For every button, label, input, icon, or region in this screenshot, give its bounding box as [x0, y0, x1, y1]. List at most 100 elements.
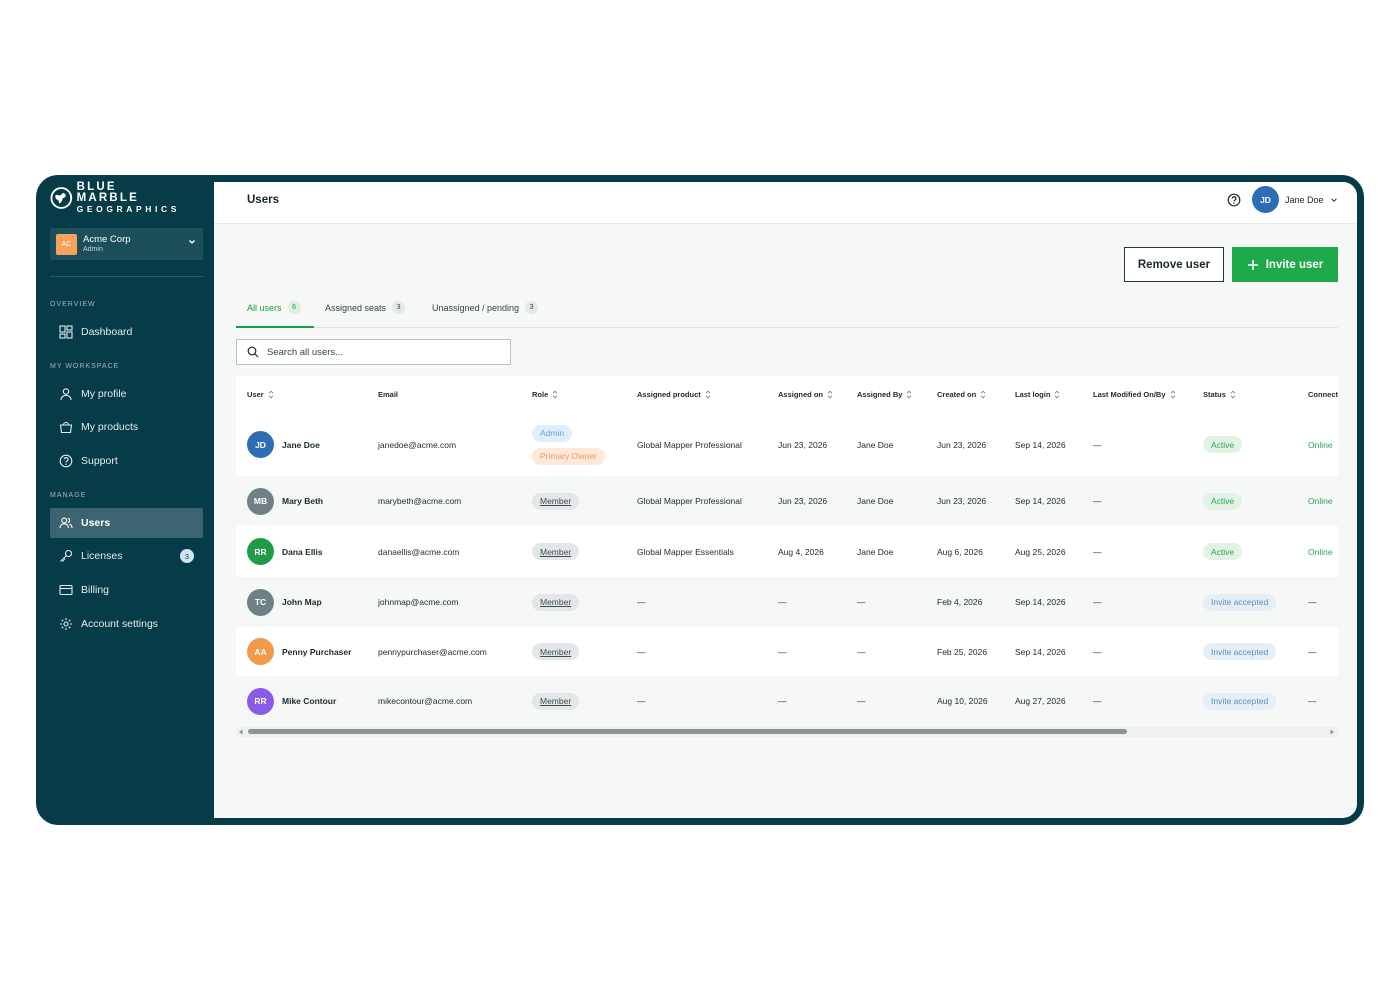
sidebar-item-dashboard[interactable]: Dashboard: [50, 317, 203, 347]
column-header-user[interactable]: User: [247, 390, 274, 399]
sort-icon: [907, 390, 912, 399]
table-row[interactable]: TC John Map johnmap@acme.com Member — — — Feb 4…: [236, 577, 1338, 627]
sidebar-item-licenses[interactable]: Licenses 3: [50, 541, 203, 571]
user-name: Jane Doe: [282, 439, 320, 450]
assigned-on: Jun 23, 2026: [778, 496, 828, 506]
role-badge-owner: Primary Owner: [532, 447, 605, 465]
section-label-workspace: MY WORKSPACE: [50, 363, 120, 370]
column-header-last-modified[interactable]: Last Modified On/By: [1093, 390, 1176, 399]
brand-logo[interactable]: BLUE MARBLE GEOGRAPHICS: [50, 180, 180, 214]
horizontal-scrollbar[interactable]: [236, 727, 1338, 737]
table-row[interactable]: MB Mary Beth marybeth@acme.com Member Global…: [236, 476, 1338, 526]
last-modified: —: [1093, 597, 1102, 607]
avatar: MB: [247, 487, 274, 515]
sidebar-item-label: My profile: [81, 388, 127, 400]
bag-icon: [59, 421, 73, 434]
avatar[interactable]: JD: [1252, 186, 1279, 213]
avatar: RR: [247, 687, 274, 715]
last-modified: —: [1093, 439, 1102, 450]
sidebar-item-users[interactable]: Users: [50, 508, 203, 538]
sort-icon: [552, 390, 558, 399]
gear-icon: [60, 618, 72, 630]
brand-name-line2: GEOGRAPHICS: [76, 203, 180, 214]
user-email: janedoe@acme.com: [378, 439, 457, 450]
connection-status: —: [1308, 597, 1317, 607]
users-table: User Email Role Assigned product Assigned on…: [236, 376, 1338, 737]
assigned-product: Global Mapper Essentials: [637, 546, 734, 557]
section-label-manage: MANAGE: [50, 492, 87, 499]
column-header-role[interactable]: Role: [532, 390, 558, 399]
last-login: Sep 14, 2026: [1015, 646, 1066, 657]
scroll-right-icon[interactable]: [1328, 728, 1336, 736]
sort-icon: [1170, 390, 1175, 399]
created-on: Jun 23, 2026: [937, 439, 987, 450]
column-header-assigned-by[interactable]: Assigned By: [857, 390, 912, 399]
sidebar-item-my-products[interactable]: My products: [50, 412, 203, 442]
column-header-status[interactable]: Status: [1203, 390, 1236, 399]
chevron-down-icon[interactable]: [1330, 196, 1338, 204]
tab-all-users[interactable]: All users 6: [236, 301, 314, 328]
tab-assigned-seats[interactable]: Assigned seats 3: [325, 301, 406, 328]
role-select[interactable]: Member: [532, 543, 580, 560]
user-email: mikecontour@acme.com: [378, 696, 473, 706]
connection-status: Online: [1308, 546, 1333, 557]
last-modified: —: [1093, 546, 1102, 557]
org-name: Acme Corp: [83, 234, 131, 245]
assigned-on: —: [778, 696, 787, 706]
column-header-created-on[interactable]: Created on: [937, 390, 986, 399]
column-header-assigned-product[interactable]: Assigned product: [637, 390, 711, 399]
column-header-label: Assigned on: [778, 390, 824, 399]
table-row[interactable]: RR Mike Contour mikecontour@acme.com Member…: [236, 676, 1338, 726]
assigned-by: Jane Doe: [857, 546, 894, 557]
sidebar-item-my-profile[interactable]: My profile: [50, 379, 203, 409]
tab-unassigned-pending[interactable]: Unassigned / pending 3: [432, 301, 539, 328]
avatar: RR: [247, 538, 274, 565]
column-header-connection[interactable]: Connect: [1308, 390, 1338, 399]
sidebar-item-account-settings[interactable]: Account settings: [50, 609, 203, 639]
user-menu-name[interactable]: Jane Doe: [1285, 195, 1324, 205]
role-select[interactable]: Member: [532, 643, 580, 660]
role-select[interactable]: Member: [532, 593, 580, 611]
column-header-last-login[interactable]: Last login: [1015, 390, 1060, 399]
table-row[interactable]: RR Dana Ellis danaellis@acme.com Member Glob…: [236, 526, 1338, 577]
table-row[interactable]: JD Jane Doe janedoe@acme.com Admin Primary O…: [236, 413, 1338, 476]
sidebar-divider: [50, 276, 203, 277]
assigned-by: —: [857, 646, 866, 657]
table-row[interactable]: AA Penny Purchaser pennypurchaser@acme.com…: [236, 627, 1338, 676]
avatar: TC: [247, 588, 274, 616]
user-email: pennypurchaser@acme.com: [378, 646, 487, 657]
search-box[interactable]: [236, 339, 511, 365]
scroll-left-icon[interactable]: [237, 728, 245, 736]
user-name: Mary Beth: [282, 496, 324, 506]
user-icon: [60, 388, 72, 401]
assigned-product: Global Mapper Professional: [637, 496, 742, 506]
role-select[interactable]: Member: [532, 692, 580, 710]
scrollbar-thumb[interactable]: [248, 729, 1127, 734]
sidebar-item-billing[interactable]: Billing: [50, 575, 203, 605]
connection-status: Online: [1308, 496, 1333, 506]
sidebar-item-support[interactable]: Support: [50, 446, 203, 476]
column-header-assigned-on[interactable]: Assigned on: [778, 390, 833, 399]
tab-count: 6: [287, 301, 301, 314]
last-modified: —: [1093, 646, 1102, 657]
column-header-email[interactable]: Email: [378, 390, 398, 399]
user-email: marybeth@acme.com: [378, 496, 462, 506]
status-badge: Active: [1203, 492, 1243, 510]
assigned-on: Jun 23, 2026: [778, 439, 828, 450]
globe-logo-icon: [50, 187, 73, 209]
help-circle-icon[interactable]: [1227, 193, 1241, 207]
role-select[interactable]: Member: [532, 492, 580, 510]
assigned-by: Jane Doe: [857, 439, 894, 450]
assigned-by: —: [857, 696, 866, 706]
brand-name-line1: BLUE MARBLE: [76, 180, 140, 204]
key-icon: [60, 549, 73, 562]
search-input[interactable]: [267, 346, 497, 358]
assigned-on: —: [778, 597, 787, 607]
org-switcher[interactable]: AC Acme Corp Admin: [50, 228, 203, 260]
created-on: Aug 6, 2026: [937, 546, 983, 557]
tab-count: 3: [525, 301, 539, 314]
invite-user-button[interactable]: Invite user: [1232, 247, 1338, 282]
remove-user-button[interactable]: Remove user: [1124, 247, 1224, 282]
last-modified: —: [1093, 696, 1102, 706]
avatar: JD: [247, 431, 274, 458]
